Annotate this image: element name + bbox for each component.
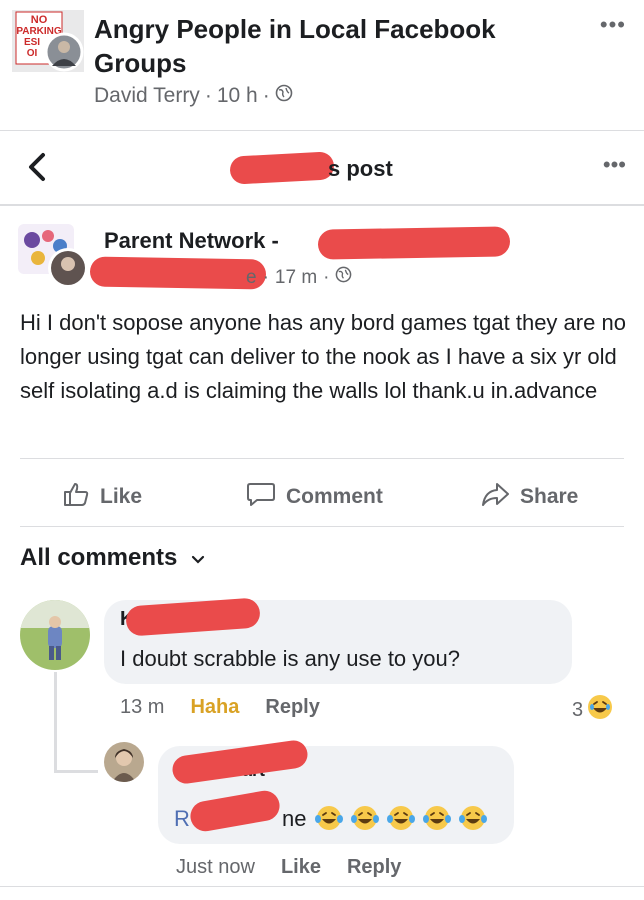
comment-text-end: ne	[282, 806, 307, 831]
like-link[interactable]: Like	[281, 856, 321, 879]
thread-line	[54, 672, 57, 772]
divider	[0, 130, 644, 131]
more-dots-icon[interactable]: •••	[603, 152, 626, 178]
divider	[0, 886, 644, 887]
sign-line-4: OI	[27, 48, 38, 59]
meta-separator: ·	[204, 84, 212, 107]
reply-link[interactable]: Reply	[347, 856, 401, 879]
post-meta: e · 17 m ·	[246, 266, 352, 289]
share-label: Share	[520, 485, 579, 508]
author-fragment: e	[246, 266, 257, 288]
redaction-mark	[317, 226, 511, 260]
thread-line	[54, 770, 98, 773]
comment-icon	[246, 480, 276, 514]
laughing-emoji-icon	[420, 804, 454, 837]
sign-line-3: ESI	[24, 37, 40, 48]
share-arrow-icon	[480, 480, 510, 514]
redaction-mark	[229, 151, 335, 185]
comment-button[interactable]: Comment	[246, 480, 383, 514]
meta-separator: ·	[323, 266, 330, 288]
author-name[interactable]: Parent Network -	[104, 228, 279, 254]
poster-name[interactable]: David Terry	[94, 84, 200, 108]
meta-separator: ·	[262, 84, 270, 107]
comments-filter-label: All comments	[20, 544, 178, 571]
laughing-emoji-icon	[587, 694, 613, 726]
like-label: Like	[100, 485, 143, 508]
post-avatar[interactable]	[18, 224, 92, 288]
chevron-left-icon[interactable]	[26, 152, 48, 188]
reply-link[interactable]: Reply	[265, 696, 319, 719]
divider	[0, 204, 644, 206]
group-title[interactable]: Angry People in Local Facebook Groups	[94, 12, 534, 80]
comment-meta: Just now Like Reply	[176, 856, 401, 879]
group-meta: David Terry · 10 h ·	[94, 84, 293, 108]
like-button[interactable]: Like	[62, 480, 142, 514]
divider	[20, 458, 624, 459]
commenter-avatar[interactable]	[20, 600, 90, 670]
sign-line-1: NO	[31, 14, 48, 26]
group-avatar[interactable]: NO PARKING ESI OI	[12, 10, 84, 72]
haha-reaction-link[interactable]: Haha	[190, 696, 239, 719]
comments-filter-dropdown[interactable]: All comments	[20, 544, 205, 572]
emoji-row	[312, 804, 490, 837]
share-button[interactable]: Share	[480, 480, 578, 514]
post-body: Hi I don't sopose anyone has any bord ga…	[20, 310, 626, 403]
laughing-emoji-icon	[348, 804, 382, 837]
reaction-count-badge[interactable]: 3	[572, 694, 613, 726]
post-time: 10 h	[216, 84, 258, 107]
chevron-down-icon	[191, 544, 205, 572]
comment-label: Comment	[286, 485, 383, 508]
laughing-emoji-icon	[456, 804, 490, 837]
globe-icon	[335, 266, 352, 289]
commenter-avatar[interactable]	[104, 742, 144, 782]
meta-separator: ·	[262, 266, 269, 288]
more-dots-icon[interactable]: •••	[600, 12, 626, 38]
redaction-mark	[89, 256, 267, 290]
laughing-emoji-icon	[384, 804, 418, 837]
comment-text-start: R	[174, 806, 190, 831]
comment-text: I doubt scrabble is any use to you?	[120, 646, 460, 671]
thumbs-up-icon	[62, 480, 90, 514]
comment-time: Just now	[176, 856, 255, 878]
post-time: 17 m	[274, 266, 318, 288]
globe-icon	[275, 84, 293, 108]
comment-time: 13 m	[120, 696, 165, 718]
laughing-emoji-icon	[312, 804, 346, 837]
reaction-count: 3	[572, 698, 584, 721]
comment-meta: 13 m Haha Reply	[120, 696, 320, 719]
page-title: s post	[328, 156, 393, 181]
divider	[20, 526, 624, 527]
